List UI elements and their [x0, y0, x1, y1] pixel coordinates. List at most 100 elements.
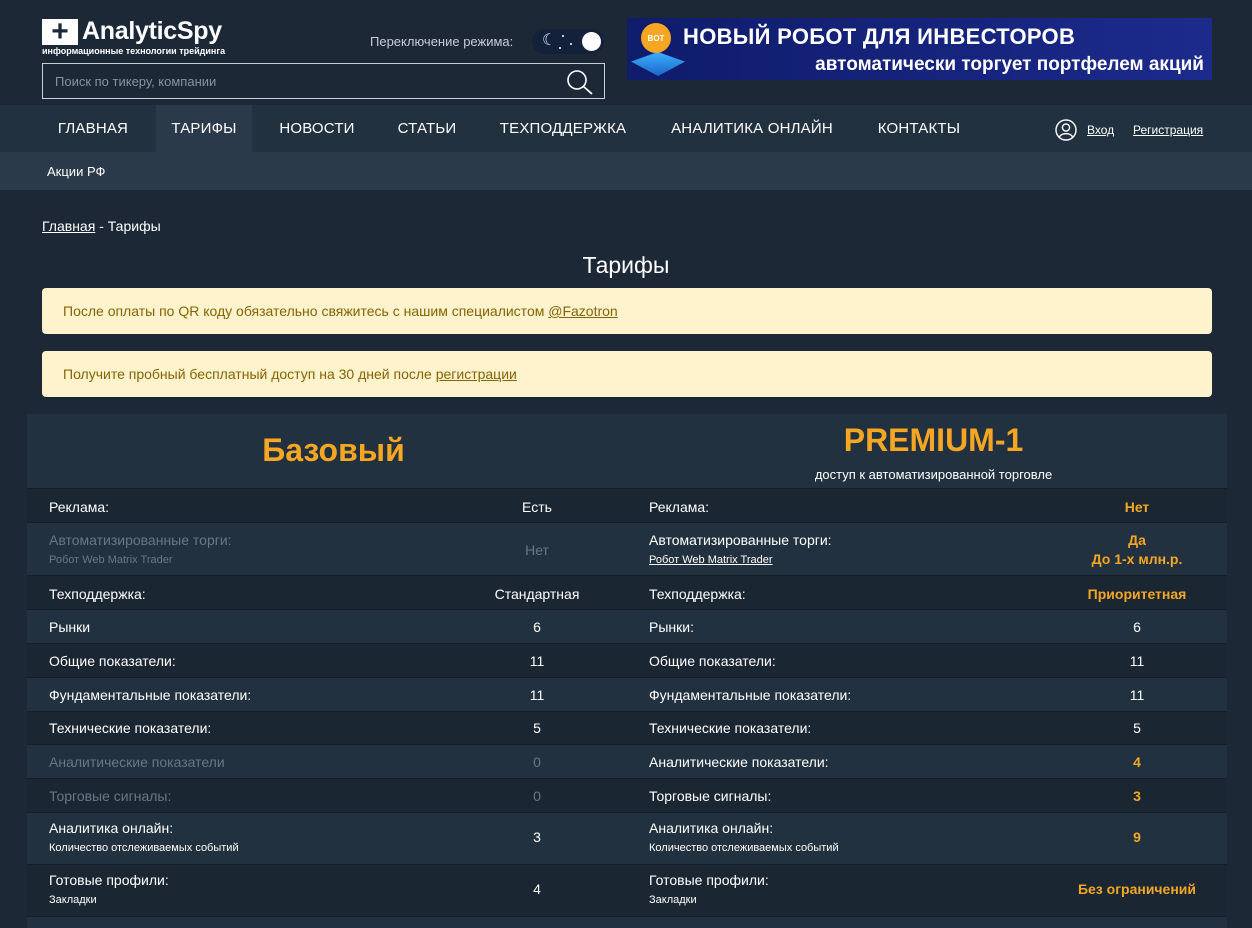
- premium-feature-label: Рынки:: [649, 619, 694, 635]
- bot-badge-icon: BOT: [641, 23, 671, 53]
- table-row: Техподдержка: Стандартная Техподдержка: …: [27, 575, 1227, 609]
- premium-feature-label: Фундаментальные показатели:: [649, 687, 852, 703]
- premium-feature-value: 6: [1133, 619, 1141, 635]
- basic-feature-value: 3: [533, 829, 541, 845]
- premium-feature-value: Без ограничений: [1077, 881, 1197, 897]
- payment-alert: После оплаты по QR коду обязательно свяж…: [42, 288, 1212, 334]
- search-input[interactable]: [43, 64, 553, 98]
- premium-feature-label: Техподдержка:: [649, 586, 746, 602]
- bot-stand-graphic: [631, 52, 685, 76]
- premium-feature-limit: До 1-х млн.р.: [1091, 551, 1183, 567]
- robot-web-matrix-trader-link[interactable]: Робот Web Matrix Trader: [649, 554, 832, 566]
- basic-feature-label: Торговые сигналы:: [49, 788, 172, 804]
- premium-feature-value: 11: [1129, 653, 1145, 669]
- toggle-knob: [582, 32, 601, 51]
- nav-item-articles[interactable]: СТАТЬИ: [383, 105, 471, 152]
- user-icon[interactable]: [1055, 119, 1077, 141]
- tariffs-header: Базовый PREMIUM-1 доступ к автоматизиров…: [27, 414, 1227, 489]
- basic-feature-value: 0: [533, 788, 541, 804]
- star-icon: [570, 43, 572, 45]
- bot-promo-banner[interactable]: BOT НОВЫЙ РОБОТ ДЛЯ ИНВЕСТОРОВ автоматич…: [627, 18, 1212, 80]
- plan-basic-name: Базовый: [262, 432, 405, 468]
- premium-feature-value: 4: [1133, 754, 1141, 770]
- table-row: Автоматизированные торги: Робот Web Matr…: [27, 522, 1227, 575]
- basic-feature-value: 11: [529, 653, 545, 669]
- premium-feature-label: Аналитика онлайн: Количество отслеживаем…: [649, 820, 839, 854]
- table-row: Фундаментальные показатели: 11 Фундамент…: [27, 677, 1227, 711]
- site-header: + AnalyticSpy информационные технологии …: [0, 0, 1252, 105]
- plan-premium-subtitle: доступ к автоматизированной торговле: [814, 467, 1053, 482]
- mode-switch-label: Переключение режима:: [370, 34, 514, 49]
- premium-feature-label: Технические показатели:: [649, 720, 812, 736]
- main-nav: ГЛАВНАЯ ТАРИФЫ НОВОСТИ СТАТЬИ ТЕХПОДДЕРЖ…: [0, 105, 1252, 152]
- premium-feature-label: Аналитические показатели:: [649, 754, 829, 770]
- theme-mode-toggle[interactable]: ☾: [532, 29, 604, 54]
- breadcrumb-home-link[interactable]: Главная: [42, 218, 95, 234]
- nav-item-contacts[interactable]: КОНТАКТЫ: [864, 105, 974, 152]
- nav-item-home[interactable]: ГЛАВНАЯ: [42, 105, 144, 152]
- premium-feature-value: 5: [1133, 720, 1141, 736]
- nav-item-tariffs[interactable]: ТАРИФЫ: [156, 105, 252, 152]
- subnav-item-ru-stocks[interactable]: Акции РФ: [47, 164, 105, 179]
- basic-feature-sublabel: Робот Web Matrix Trader: [49, 554, 173, 566]
- basic-feature-value: Есть: [522, 499, 552, 515]
- payment-alert-text: После оплаты по QR коду обязательно свяж…: [63, 303, 549, 319]
- basic-feature-label: Автоматизированные торги: Робот Web Matr…: [49, 532, 232, 566]
- page-title: Тарифы: [582, 252, 670, 278]
- search-icon[interactable]: [566, 69, 594, 95]
- nav-item-support[interactable]: ТЕХПОДДЕРЖКА: [486, 105, 640, 152]
- basic-feature-label: Готовые профили: Закладки: [49, 872, 169, 906]
- premium-feature-label: Автоматизированные торги: Робот Web Matr…: [649, 532, 832, 566]
- breadcrumb-current: Тарифы: [107, 218, 161, 234]
- premium-feature-label: Реклама:: [649, 499, 710, 515]
- basic-feature-value: 6: [533, 619, 541, 635]
- banner-headline: НОВЫЙ РОБОТ ДЛЯ ИНВЕСТОРОВ: [683, 24, 1076, 49]
- plus-logo-icon: +: [42, 16, 78, 46]
- basic-feature-label: Технические показатели:: [49, 720, 212, 736]
- trial-alert-text: Получите пробный бесплатный доступ на 30…: [63, 366, 436, 382]
- logo-text: AnalyticSpy: [82, 17, 222, 45]
- premium-feature-label: Торговые сигналы:: [649, 788, 772, 804]
- table-row: Технические показатели: 5 Технические по…: [27, 711, 1227, 744]
- basic-feature-sublabel: Закладки: [49, 894, 97, 906]
- premium-feature-value: Приоритетная: [1087, 586, 1187, 602]
- nav-item-news[interactable]: НОВОСТИ: [266, 105, 368, 152]
- breadcrumb-separator: -: [95, 218, 108, 234]
- specialist-contact-link[interactable]: @Fazotron: [548, 303, 617, 319]
- premium-feature-sublabel: Количество отслеживаемых событий: [649, 842, 839, 854]
- sub-nav: Акции РФ: [0, 152, 1252, 190]
- basic-feature-label: Рынки: [49, 619, 91, 635]
- star-icon: [562, 35, 564, 37]
- table-row: [27, 916, 1227, 928]
- basic-feature-label: Реклама:: [49, 499, 110, 515]
- trial-alert: Получите пробный бесплатный доступ на 30…: [42, 351, 1212, 397]
- moon-icon: ☾: [542, 32, 557, 49]
- search-box: [42, 63, 605, 99]
- basic-feature-label: Аналитика онлайн: Количество отслеживаем…: [49, 820, 239, 854]
- table-row: Аналитика онлайн: Количество отслеживаем…: [27, 812, 1227, 864]
- premium-feature-sublabel: Закладки: [649, 894, 697, 906]
- table-row: Общие показатели: 11 Общие показатели: 1…: [27, 643, 1227, 677]
- basic-feature-label: Аналитические показатели: [49, 754, 225, 770]
- plan-premium-name: PREMIUM-1: [843, 422, 1024, 458]
- breadcrumb: Главная - Тарифы: [42, 218, 161, 234]
- nav-item-analytics-online[interactable]: АНАЛИТИКА ОНЛАЙН: [655, 105, 849, 152]
- basic-feature-sublabel: Количество отслеживаемых событий: [49, 842, 239, 854]
- table-row: Аналитические показатели 0 Аналитические…: [27, 744, 1227, 778]
- premium-feature-value: 11: [1129, 687, 1145, 703]
- premium-feature-label: Готовые профили: Закладки: [649, 872, 769, 906]
- premium-feature-value: Нет: [1124, 499, 1150, 515]
- basic-feature-value: 5: [533, 720, 541, 736]
- premium-feature-value: 3: [1133, 788, 1141, 804]
- basic-feature-value: Нет: [525, 542, 549, 558]
- table-row: Торговые сигналы: 0 Торговые сигналы: 3: [27, 778, 1227, 812]
- table-row: Реклама: Есть Реклама: Нет: [27, 488, 1227, 522]
- logo[interactable]: + AnalyticSpy: [42, 16, 222, 46]
- premium-feature-value: 9: [1133, 829, 1141, 845]
- banner-subline: автоматически торгует портфелем акций: [815, 54, 1204, 75]
- basic-feature-value: 4: [533, 881, 541, 897]
- table-row: Рынки 6 Рынки: 6: [27, 609, 1227, 643]
- register-link[interactable]: Регистрация: [1133, 123, 1203, 137]
- registration-link[interactable]: регистрации: [436, 366, 517, 382]
- login-link[interactable]: Вход: [1087, 123, 1114, 137]
